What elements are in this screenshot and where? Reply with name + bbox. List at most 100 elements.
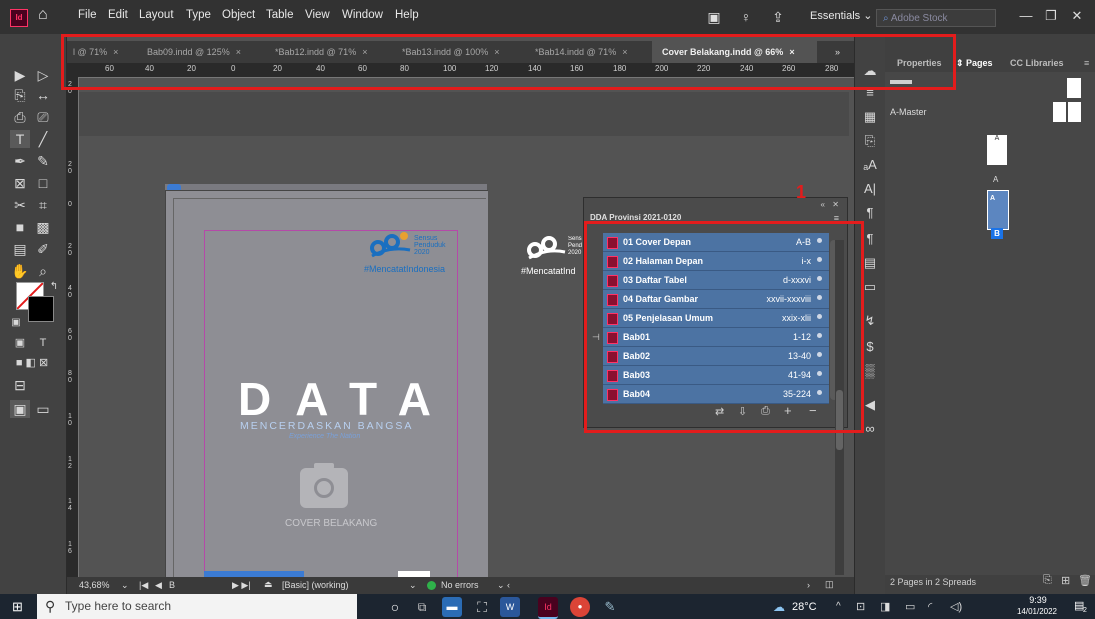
- formatting-container-icon[interactable]: ▣: [10, 334, 30, 352]
- menu-window[interactable]: Window: [342, 9, 383, 21]
- temperature[interactable]: 28°C: [792, 601, 817, 613]
- close-panel-icon[interactable]: ✕: [832, 200, 839, 209]
- next-page-icon[interactable]: ▶ ▶|: [232, 580, 251, 591]
- zoom-dropdown-icon[interactable]: ⌄: [121, 580, 129, 591]
- type-tool-icon[interactable]: T: [10, 130, 30, 148]
- first-page-icon[interactable]: |◀: [139, 580, 148, 591]
- wifi-icon[interactable]: ◜: [928, 600, 932, 613]
- stroke-swatch[interactable]: [28, 296, 54, 322]
- direct-selection-tool-icon[interactable]: ▷: [33, 66, 53, 84]
- store-icon[interactable]: ⛶: [472, 597, 492, 617]
- paint-icon[interactable]: ✎: [600, 597, 620, 617]
- tray-app-icon[interactable]: ◨: [880, 600, 890, 613]
- rectangle-frame-tool-icon[interactable]: ⊠: [10, 174, 30, 192]
- share-icon[interactable]: ⇪: [770, 9, 786, 25]
- workspace-switcher[interactable]: Essentials ⌄: [810, 9, 872, 22]
- content-placer-icon[interactable]: ⎚: [33, 108, 53, 126]
- a-master-thumb-left[interactable]: [1053, 102, 1066, 122]
- menu-edit[interactable]: Edit: [108, 9, 128, 21]
- rectangle-tool-icon[interactable]: □: [33, 174, 53, 192]
- pencil-tool-icon[interactable]: ✎: [33, 152, 53, 170]
- layers-icon[interactable]: ▦: [861, 108, 879, 126]
- panel-menu-icon[interactable]: ≡: [1084, 58, 1089, 68]
- open-page-icon[interactable]: ⏏: [264, 579, 273, 590]
- selection-tool-icon[interactable]: ▶: [10, 66, 30, 84]
- menu-view[interactable]: View: [305, 9, 330, 21]
- paragraph-styles-icon[interactable]: A|: [861, 180, 879, 198]
- gradient-feather-tool-icon[interactable]: ▩: [33, 218, 53, 236]
- preflight-dropdown-icon[interactable]: ⌄: [409, 580, 417, 591]
- scissors-tool-icon[interactable]: ✂: [10, 196, 30, 214]
- content-collector-icon[interactable]: ⎙: [10, 108, 30, 126]
- character-icon[interactable]: ₐA: [861, 156, 879, 174]
- minimize-icon[interactable]: —: [1015, 6, 1037, 26]
- cortana-icon[interactable]: ○: [385, 597, 405, 617]
- apply-color-gradient-none-icon[interactable]: ■ ◧ ⊠: [8, 354, 56, 372]
- tray-app-icon[interactable]: ⊡: [856, 600, 865, 613]
- prev-page-icon[interactable]: ◀: [155, 580, 162, 591]
- free-transform-tool-icon[interactable]: ⌗: [33, 196, 53, 214]
- hand-tool-icon[interactable]: ✋: [10, 262, 30, 280]
- scroll-right-icon[interactable]: ›: [807, 580, 810, 590]
- workspace-label: Essentials: [810, 10, 861, 22]
- screen-mode-normal-icon[interactable]: ⊟: [10, 376, 30, 394]
- zoom-level[interactable]: 43,68%: [79, 580, 110, 590]
- task-view-icon[interactable]: ⧉: [412, 597, 432, 617]
- formatting-text-icon[interactable]: T: [33, 334, 53, 352]
- a-master-thumb-right[interactable]: [1068, 102, 1081, 122]
- menu-type[interactable]: Type: [186, 9, 211, 21]
- lightbulb-icon[interactable]: ♀: [738, 9, 754, 25]
- preflight-menu-icon[interactable]: ⌄ ‹: [497, 580, 510, 591]
- pen-tool-icon[interactable]: ✒: [10, 152, 30, 170]
- page-thumb-b[interactable]: A: [987, 190, 1009, 230]
- chrome-icon[interactable]: ●: [570, 597, 590, 617]
- paragraph-icon[interactable]: ¶: [861, 204, 879, 222]
- menu-layout[interactable]: Layout: [139, 9, 174, 21]
- menu-help[interactable]: Help: [395, 9, 419, 21]
- adobe-stock-search[interactable]: ⌕ Adobe Stock: [876, 9, 996, 27]
- page-tool-icon[interactable]: ⎘: [10, 86, 30, 104]
- volume-icon[interactable]: ◁): [950, 600, 962, 613]
- clock-date[interactable]: 14/01/2022: [1008, 607, 1066, 616]
- split-window-icon[interactable]: ◫: [825, 579, 834, 590]
- taskbar-search[interactable]: ⚲ Type here to search: [37, 594, 357, 619]
- eyedropper-tool-icon[interactable]: ✐: [33, 240, 53, 258]
- preflight-status[interactable]: No errors: [441, 580, 479, 590]
- line-tool-icon[interactable]: ╱: [33, 130, 53, 148]
- screen-mode-icon[interactable]: ▣: [706, 9, 722, 25]
- menu-table[interactable]: Table: [266, 9, 294, 21]
- new-page-icon[interactable]: ⊞: [1061, 574, 1070, 587]
- indesign-taskbar-icon[interactable]: Id: [538, 597, 558, 619]
- tab-cc-libraries[interactable]: CC Libraries: [1010, 58, 1064, 68]
- a-master-label[interactable]: A-Master: [890, 107, 927, 117]
- default-fill-stroke-icon[interactable]: ▣: [6, 314, 26, 332]
- weather-icon[interactable]: ☁: [773, 600, 785, 614]
- swap-fill-stroke-icon[interactable]: ↰: [44, 278, 64, 296]
- menu-file[interactable]: File: [78, 9, 97, 21]
- collapse-panel-icon[interactable]: «: [821, 200, 825, 209]
- page-thumb-a[interactable]: A: [987, 135, 1007, 165]
- clock-time[interactable]: 9:39: [1015, 595, 1061, 605]
- file-explorer-icon[interactable]: ▬: [442, 597, 462, 617]
- vertical-ruler[interactable]: 2 0 2 0 0 2 0 4 0 6 0 8 0 1 0 1 2 1 4 1 …: [67, 77, 79, 594]
- ruler-tick: 1: [68, 498, 72, 505]
- edit-page-size-icon[interactable]: ⎘: [1043, 574, 1052, 587]
- normal-view-icon[interactable]: ▣: [10, 400, 30, 418]
- page-number-field[interactable]: B: [169, 580, 175, 590]
- gap-tool-icon[interactable]: ↔: [33, 86, 53, 104]
- word-icon[interactable]: W: [500, 597, 520, 617]
- restore-icon[interactable]: ❐: [1040, 6, 1062, 26]
- chevron-up-icon[interactable]: ^: [836, 601, 841, 612]
- windows-start-icon[interactable]: ⊞: [12, 600, 26, 614]
- gradient-swatch-tool-icon[interactable]: ■: [10, 218, 30, 236]
- preview-view-icon[interactable]: ▭: [33, 400, 53, 418]
- delete-page-icon[interactable]: 🗑: [1078, 574, 1092, 587]
- battery-icon[interactable]: ▭: [905, 600, 915, 613]
- note-tool-icon[interactable]: ▤: [10, 240, 30, 258]
- menu-object[interactable]: Object: [222, 9, 255, 21]
- links-icon[interactable]: ⎘: [861, 132, 879, 150]
- none-master-thumb[interactable]: [1067, 78, 1081, 98]
- home-icon[interactable]: ⌂: [38, 6, 56, 24]
- tab-pages[interactable]: ⇕ Pages: [956, 58, 993, 69]
- close-icon[interactable]: ✕: [1066, 6, 1088, 26]
